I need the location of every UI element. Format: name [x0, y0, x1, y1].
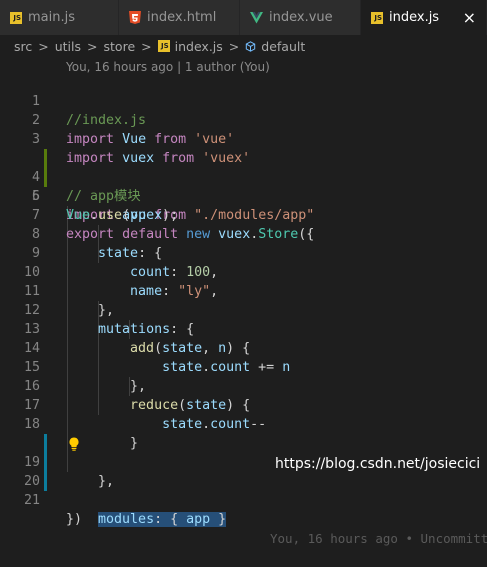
breadcrumb-item-file[interactable]: index.js: [175, 39, 223, 54]
code-line: 1 //index.js: [0, 73, 487, 128]
vue-file-icon: [250, 11, 263, 23]
code-line: 15 },: [0, 339, 487, 394]
code-line: 17 state.count--: [0, 377, 487, 432]
codelens-blame[interactable]: You, 16 hours ago | 1 author (You): [66, 60, 270, 74]
code-text: }): [66, 512, 83, 527]
editor-tab-bar: JS main.js index.html index.vue JS index…: [0, 0, 487, 35]
code-line: 2 import Vue from 'vue': [0, 92, 487, 147]
breadcrumb-item-src[interactable]: src: [14, 39, 32, 54]
code-line: 6 Vue.use(vuex);: [0, 168, 487, 223]
gutter-modified-marker[interactable]: [44, 472, 47, 491]
breadcrumb: src > utils > store > JS index.js > defa…: [0, 35, 487, 57]
tab-label: index.js: [389, 10, 440, 25]
breadcrumb-separator: >: [228, 38, 240, 54]
code-line: 7 export default new vuex.Store({: [0, 187, 487, 242]
code-line: 4 // app模块: [0, 130, 487, 204]
code-line: 16 reduce(state) {: [0, 358, 487, 413]
code-line: 10 name: "ly",: [0, 244, 487, 299]
tab-index-html[interactable]: index.html: [119, 0, 240, 35]
code-text: },: [66, 474, 115, 489]
code-line: 18 }: [0, 396, 487, 451]
code-editor[interactable]: 1 //index.js 2 import Vue from 'vue' 3 i…: [0, 73, 487, 546]
line-number: 21: [23, 493, 40, 508]
inline-blame: You, 16 hours ago • Uncommitt: [270, 531, 487, 546]
js-file-icon: JS: [371, 11, 383, 24]
code-line: 20 modules: { app } You, 16 hours ago • …: [0, 434, 487, 546]
tab-index-js[interactable]: JS index.js ×: [361, 0, 487, 35]
code-line: 13 add(state, n) {: [0, 301, 487, 356]
breadcrumb-separator: >: [87, 38, 98, 54]
lightbulb-icon[interactable]: [68, 437, 80, 451]
code-line: 11 },: [0, 263, 487, 318]
code-line: 9 count: 100,: [0, 225, 487, 280]
code-line: 8 state: {: [0, 206, 487, 261]
code-line: 3 import vuex from 'vuex': [0, 111, 487, 166]
breadcrumb-separator: >: [38, 38, 49, 54]
close-icon[interactable]: ×: [463, 8, 476, 27]
code-line: 5 import app from "./modules/app": [0, 149, 487, 223]
code-line: 14 state.count += n: [0, 320, 487, 375]
tab-label: main.js: [28, 10, 75, 25]
tab-index-vue[interactable]: index.vue: [240, 0, 361, 35]
breadcrumb-item-store[interactable]: store: [104, 39, 136, 54]
breadcrumb-item-symbol[interactable]: default: [261, 39, 305, 54]
html-file-icon: [129, 11, 141, 24]
code-line: 12 mutations: {: [0, 282, 487, 337]
code-line: 19 },: [0, 415, 487, 489]
js-file-icon: JS: [10, 11, 22, 24]
tab-label: index.vue: [269, 10, 333, 25]
tab-label: index.html: [147, 10, 217, 25]
code-text: modules: { app }: [98, 512, 227, 527]
symbol-variable-icon: [246, 40, 256, 52]
breadcrumb-separator: >: [141, 38, 152, 54]
watermark-url: https://blog.csdn.net/josiecici: [275, 456, 481, 472]
js-file-icon: JS: [157, 40, 170, 52]
breadcrumb-item-utils[interactable]: utils: [55, 39, 81, 54]
tab-main-js[interactable]: JS main.js: [0, 0, 119, 35]
